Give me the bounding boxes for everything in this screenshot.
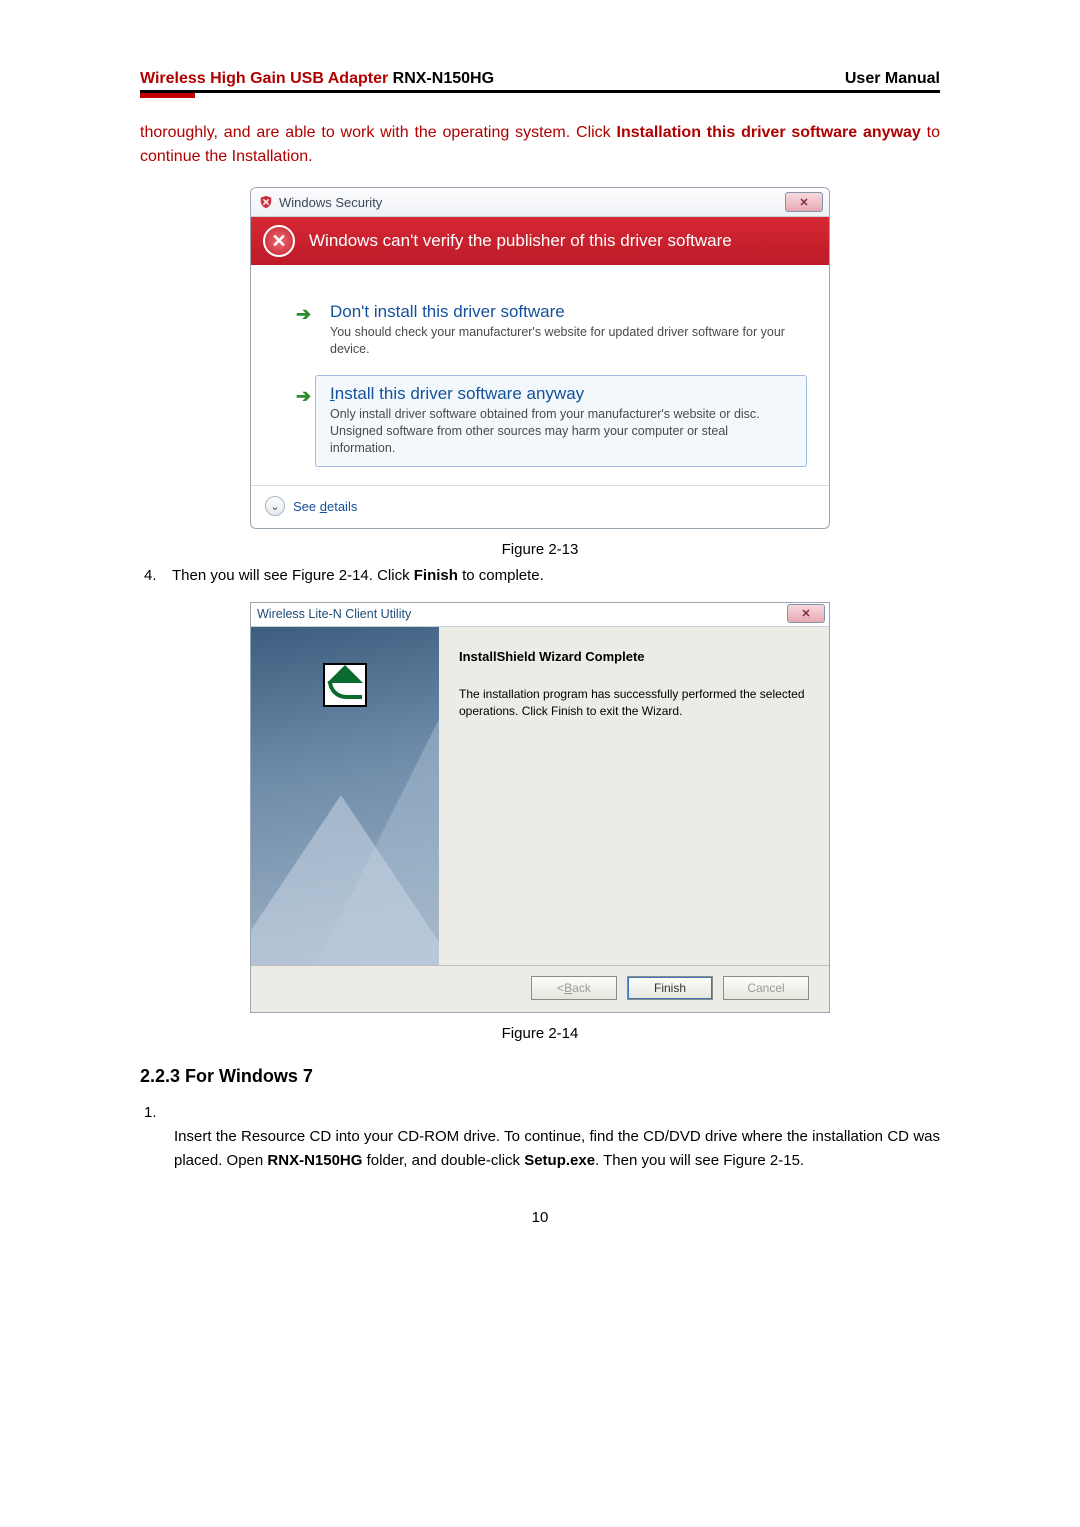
see-details-link[interactable]: See detailsSee details [293, 499, 357, 514]
option1-desc: You should check your manufacturer's web… [330, 324, 796, 358]
wizard-complete-text: The installation program has successfull… [459, 686, 805, 718]
figure2-caption: Figure 2-14 [140, 1025, 940, 1042]
header-product-red: Wireless High Gain USB Adapter [140, 70, 388, 87]
header-product: Wireless High Gain USB Adapter RNX-N150H… [140, 70, 494, 87]
wizard-complete-heading: InstallShield Wizard Complete [459, 649, 805, 664]
mountain-shape [251, 795, 439, 965]
dialog1-warning-text: Windows can't verify the publisher of th… [309, 231, 732, 251]
section-heading-windows7: 2.2.3 For Windows 7 [140, 1066, 940, 1087]
dialog2-body: InstallShield Wizard Complete The instal… [251, 627, 829, 965]
dialog2-sidebar-image [251, 627, 439, 965]
cancel-button: Cancel [723, 976, 809, 1000]
document-page: Wireless High Gain USB Adapter RNX-N150H… [30, 0, 1050, 1286]
step4-text-b: to complete. [458, 567, 544, 584]
alert-shield-icon: ✕ [263, 225, 295, 257]
step4-number: 4. [144, 564, 172, 588]
step1-number: 1. [144, 1101, 172, 1125]
dialog1-warning-bar: ✕ Windows can't verify the publisher of … [251, 217, 829, 265]
option2-title: IInstall this driver software anywaynsta… [330, 384, 796, 404]
arrow-icon: ➔ [296, 304, 311, 325]
installshield-dialog: Wireless Lite-N Client Utility ✕ Install… [250, 602, 830, 1013]
chevron-down-icon[interactable]: ⌄ [265, 496, 285, 516]
back-button: < Back< Back [531, 976, 617, 1000]
page-number: 10 [140, 1209, 940, 1226]
intro-bold: Installation this driver software anyway [617, 124, 921, 141]
step4-text-a: Then you will see Figure 2-14. Click [172, 567, 414, 584]
option-dont-install[interactable]: ➔ Don't install this driver software You… [315, 293, 807, 369]
shield-icon [259, 195, 273, 209]
dialog1-titlebar: Windows Security ✕ [251, 188, 829, 217]
option-install-anyway[interactable]: ➔ IInstall this driver software anywayns… [315, 375, 807, 468]
step1-paragraph: 1.Insert the Resource CD into your CD-RO… [140, 1101, 940, 1173]
header-product-model: RNX-N150HG [388, 70, 494, 87]
figure1-caption: Figure 2-13 [140, 541, 940, 558]
dialog2-content: InstallShield Wizard Complete The instal… [439, 627, 829, 965]
step1-body: Insert the Resource CD into your CD-ROM … [140, 1125, 940, 1173]
dialog2-titlebar: Wireless Lite-N Client Utility ✕ [251, 603, 829, 627]
dialog1-body: ➔ Don't install this driver software You… [251, 265, 829, 485]
option1-title: Don't install this driver software [330, 302, 796, 322]
intro-text: thoroughly, and are able to work with th… [140, 124, 617, 141]
finish-button[interactable]: Finish [627, 976, 713, 1000]
windows-security-dialog: Windows Security ✕ ✕ Windows can't verif… [250, 187, 830, 529]
dialog2-title: Wireless Lite-N Client Utility [257, 607, 411, 621]
close-button[interactable]: ✕ [787, 604, 825, 623]
step4-paragraph: 4.Then you will see Figure 2-14. Click F… [140, 564, 940, 588]
dialog2-button-row: < Back< Back Finish Cancel [251, 965, 829, 1012]
arrow-icon: ➔ [296, 386, 311, 407]
page-header: Wireless High Gain USB Adapter RNX-N150H… [140, 70, 940, 93]
intro-paragraph: thoroughly, and are able to work with th… [140, 121, 940, 169]
close-button[interactable]: ✕ [785, 192, 823, 212]
header-manual-label: User Manual [845, 70, 940, 88]
option2-desc: Only install driver software obtained fr… [330, 406, 796, 457]
installshield-logo-icon [323, 663, 367, 707]
dialog1-title: Windows Security [279, 195, 382, 210]
step4-bold: Finish [414, 567, 458, 584]
dialog1-footer: ⌄ See detailsSee details [251, 485, 829, 528]
